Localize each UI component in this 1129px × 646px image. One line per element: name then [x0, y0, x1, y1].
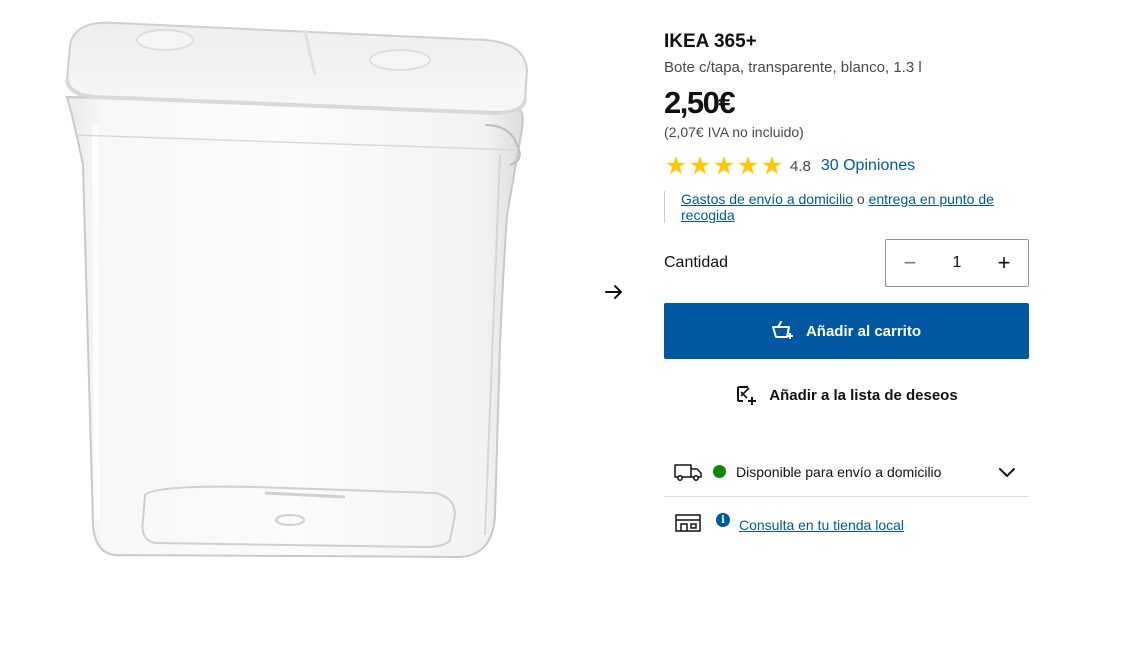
heart-list-icon [737, 386, 757, 405]
available-status-dot [713, 465, 726, 478]
home-delivery-text: Disponible para envío a domicilio [736, 463, 942, 480]
add-to-wishlist-button[interactable]: Añadir a la lista de deseos [664, 367, 1029, 423]
product-price: 2,50€ [664, 85, 736, 120]
reviews-link[interactable]: 30 Opiniones [821, 157, 915, 175]
product-info-panel: IKEA 365+ Bote c/tapa, transparente, bla… [664, 30, 1029, 535]
star-icon: ★ [688, 152, 712, 180]
decrease-quantity-button[interactable]: − [898, 250, 922, 275]
shipping-costs-link[interactable]: Gastos de envío a domicilio [681, 191, 853, 207]
rating-value: 4.8 [790, 157, 811, 175]
store-availability: i Consulta en tu tienda local [664, 511, 1029, 535]
check-local-store-link[interactable]: Consulta en tu tienda local [739, 517, 904, 533]
rating-row: ★ ★ ★ ★ ★ 4.8 30 Opiniones [664, 153, 1029, 179]
delivery-separator: o [852, 191, 869, 207]
product-description: Bote c/tapa, transparente, blanco, 1.3 l [664, 59, 922, 76]
quantity-value[interactable]: 1 [953, 254, 962, 272]
quantity-stepper[interactable]: − 1 + [885, 239, 1029, 287]
store-icon [675, 514, 701, 532]
increase-quantity-button[interactable]: + [992, 250, 1016, 275]
product-image [55, 15, 545, 575]
rating-stars[interactable]: ★ ★ ★ ★ ★ [664, 152, 784, 180]
star-icon: ★ [736, 152, 760, 180]
add-to-wishlist-label: Añadir a la lista de deseos [769, 386, 958, 404]
quantity-row: Cantidad − 1 + [664, 239, 1029, 287]
truck-icon [674, 463, 702, 481]
vat-note: (2,07€ IVA no incluido) [664, 124, 804, 140]
star-icon: ★ [712, 152, 736, 180]
quantity-label: Cantidad [664, 254, 729, 271]
next-image-arrow[interactable] [600, 278, 628, 306]
star-icon: ★ [760, 152, 784, 180]
star-icon: ★ [664, 152, 688, 180]
shopping-basket-icon [771, 321, 793, 339]
info-icon: i [716, 513, 730, 527]
home-delivery-availability[interactable]: Disponible para envío a domicilio [664, 447, 1029, 497]
product-brand: IKEA 365+ [664, 31, 757, 52]
add-to-cart-label: Añadir al carrito [805, 322, 922, 340]
delivery-note: Gastos de envío a domicilio o entrega en… [664, 191, 1029, 223]
arrow-right-icon [605, 285, 622, 299]
add-to-cart-button[interactable]: Añadir al carrito [664, 303, 1029, 359]
chevron-down-icon[interactable] [995, 460, 1019, 484]
